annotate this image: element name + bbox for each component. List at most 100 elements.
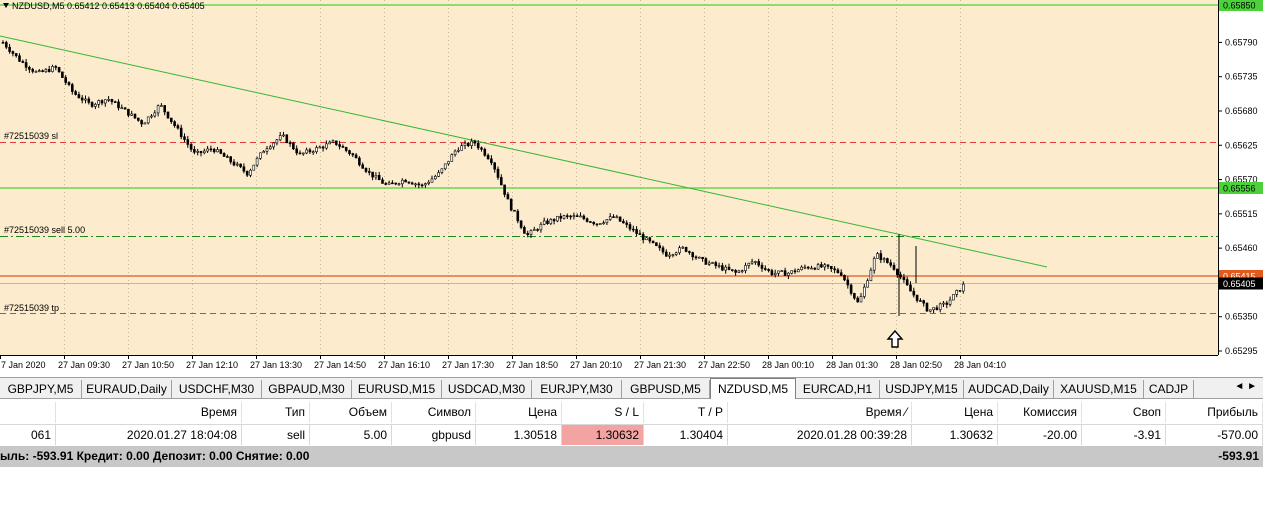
header-profit[interactable]: Прибыль	[1166, 402, 1263, 423]
time-tick-label: 28 Jan 02:50	[890, 360, 942, 370]
candle	[97, 100, 100, 105]
table-row[interactable]: 061 2020.01.27 18:04:08 sell 5.00 gbpusd 1.30…	[0, 424, 1263, 445]
candle	[697, 256, 701, 259]
price-chart[interactable]: 0.65790 0.65735 0.65680 0.65625 0.65570 0.655…	[0, 0, 1263, 377]
cell-open-price: 1.30518	[476, 424, 562, 445]
price-tick-label: 0.65295	[1225, 346, 1258, 356]
candle	[259, 152, 262, 159]
candle	[938, 303, 942, 310]
candle	[681, 246, 685, 249]
candle	[325, 143, 328, 149]
candle	[737, 270, 741, 273]
candle	[94, 104, 97, 107]
tab-euraud-daily[interactable]: EURAUD,Daily	[82, 380, 172, 398]
candle	[381, 179, 384, 184]
candle	[582, 215, 586, 220]
chart-background	[0, 0, 1218, 355]
cell-take-profit: 1.30404	[644, 424, 728, 445]
tab-usdjpy-m15[interactable]: USDJPY,M15	[880, 380, 964, 398]
header-close-price[interactable]: Цена	[912, 402, 998, 423]
candle	[288, 142, 292, 145]
candle	[64, 77, 67, 83]
tab-gbpjpy-m5[interactable]: GBPJPY,M5	[0, 380, 82, 398]
candle	[186, 139, 190, 145]
header-commission[interactable]: Комиссия	[998, 402, 1082, 423]
candle	[499, 177, 503, 186]
tab-xauusd-m15[interactable]: XAUUSD,M15	[1054, 380, 1144, 398]
top-level-price-label: 0.65850	[1223, 1, 1256, 11]
tab-eurusd-m15[interactable]: EURUSD,M15	[352, 380, 442, 398]
tab-eurjpy-m30[interactable]: EURJPY,M30	[532, 380, 622, 398]
tab-nzdusd-m5[interactable]: NZDUSD,M5	[710, 378, 796, 399]
candle	[440, 168, 444, 173]
candle	[655, 242, 658, 246]
header-ticket[interactable]	[0, 402, 56, 423]
candle	[866, 280, 869, 288]
header-type[interactable]: Тип	[242, 402, 310, 423]
price-tick-label: 0.65460	[1225, 243, 1258, 253]
chart-canvas[interactable]: 0.657900.657350.656800.656250.655700.655…	[0, 0, 1263, 377]
candle	[862, 286, 866, 297]
candle	[21, 61, 25, 63]
header-open-price[interactable]: Цена	[476, 402, 562, 423]
candle	[130, 113, 133, 116]
candle	[783, 270, 787, 276]
candle	[935, 307, 939, 310]
header-open-time[interactable]: Время	[56, 402, 242, 423]
candle	[671, 254, 675, 256]
tab-scroll-arrows-icon[interactable]: ◄ ►	[1234, 381, 1257, 392]
header-symbol[interactable]: Символ	[392, 402, 476, 423]
candle	[516, 210, 520, 222]
candle	[427, 181, 431, 184]
candle	[638, 233, 642, 235]
candle	[892, 264, 896, 270]
header-stop-loss[interactable]: S / L	[562, 402, 644, 423]
candle	[486, 155, 490, 160]
tab-audcad-daily[interactable]: AUDCAD,Daily	[964, 380, 1054, 398]
candle	[11, 51, 15, 54]
candle	[839, 272, 843, 276]
tab-usdcad-m30[interactable]: USDCAD,M30	[442, 380, 532, 398]
tab-cadjp[interactable]: CADJP	[1144, 380, 1194, 398]
candle	[374, 175, 378, 178]
sell-order-label: #72515039 sell 5.00	[4, 225, 85, 235]
candle	[203, 150, 206, 154]
candle	[430, 178, 434, 183]
candle	[358, 157, 361, 166]
candle	[28, 67, 31, 70]
candle	[598, 223, 602, 225]
candle	[763, 268, 767, 270]
candle	[635, 229, 638, 234]
tab-gbpaud-m30[interactable]: GBPAUD,M30	[262, 380, 352, 398]
candle	[216, 149, 219, 153]
candle	[539, 224, 543, 231]
candle	[932, 307, 935, 311]
candle	[872, 258, 876, 271]
time-tick-label: 27 Jan 12:10	[186, 360, 238, 370]
time-tick-label: 27 Jan 18:50	[506, 360, 558, 370]
candle	[414, 183, 417, 186]
tab-eurcad-h1[interactable]: EURCAD,H1	[796, 380, 880, 398]
tab-gbpusd-m5[interactable]: GBPUSD,M5	[622, 380, 710, 398]
candle	[377, 175, 381, 181]
candle	[120, 107, 124, 110]
candle	[661, 247, 665, 253]
candle	[249, 169, 252, 176]
candle	[183, 136, 186, 140]
candle	[476, 142, 480, 149]
header-take-profit[interactable]: T / P	[644, 402, 728, 423]
candle	[701, 256, 704, 259]
candle	[170, 117, 173, 122]
candle	[948, 299, 952, 305]
cell-close-time: 2020.01.28 00:39:28	[728, 424, 912, 445]
header-close-time[interactable]: Время ⁄	[728, 402, 912, 423]
candle	[354, 154, 358, 159]
candle	[770, 270, 774, 276]
tab-usdchf-m30[interactable]: USDCHF,M30	[172, 380, 262, 398]
header-volume[interactable]: Объем	[310, 402, 392, 423]
candle	[113, 101, 117, 103]
candle	[417, 183, 421, 186]
candle	[575, 215, 579, 218]
candle	[869, 269, 873, 282]
header-swap[interactable]: Своп	[1082, 402, 1166, 423]
